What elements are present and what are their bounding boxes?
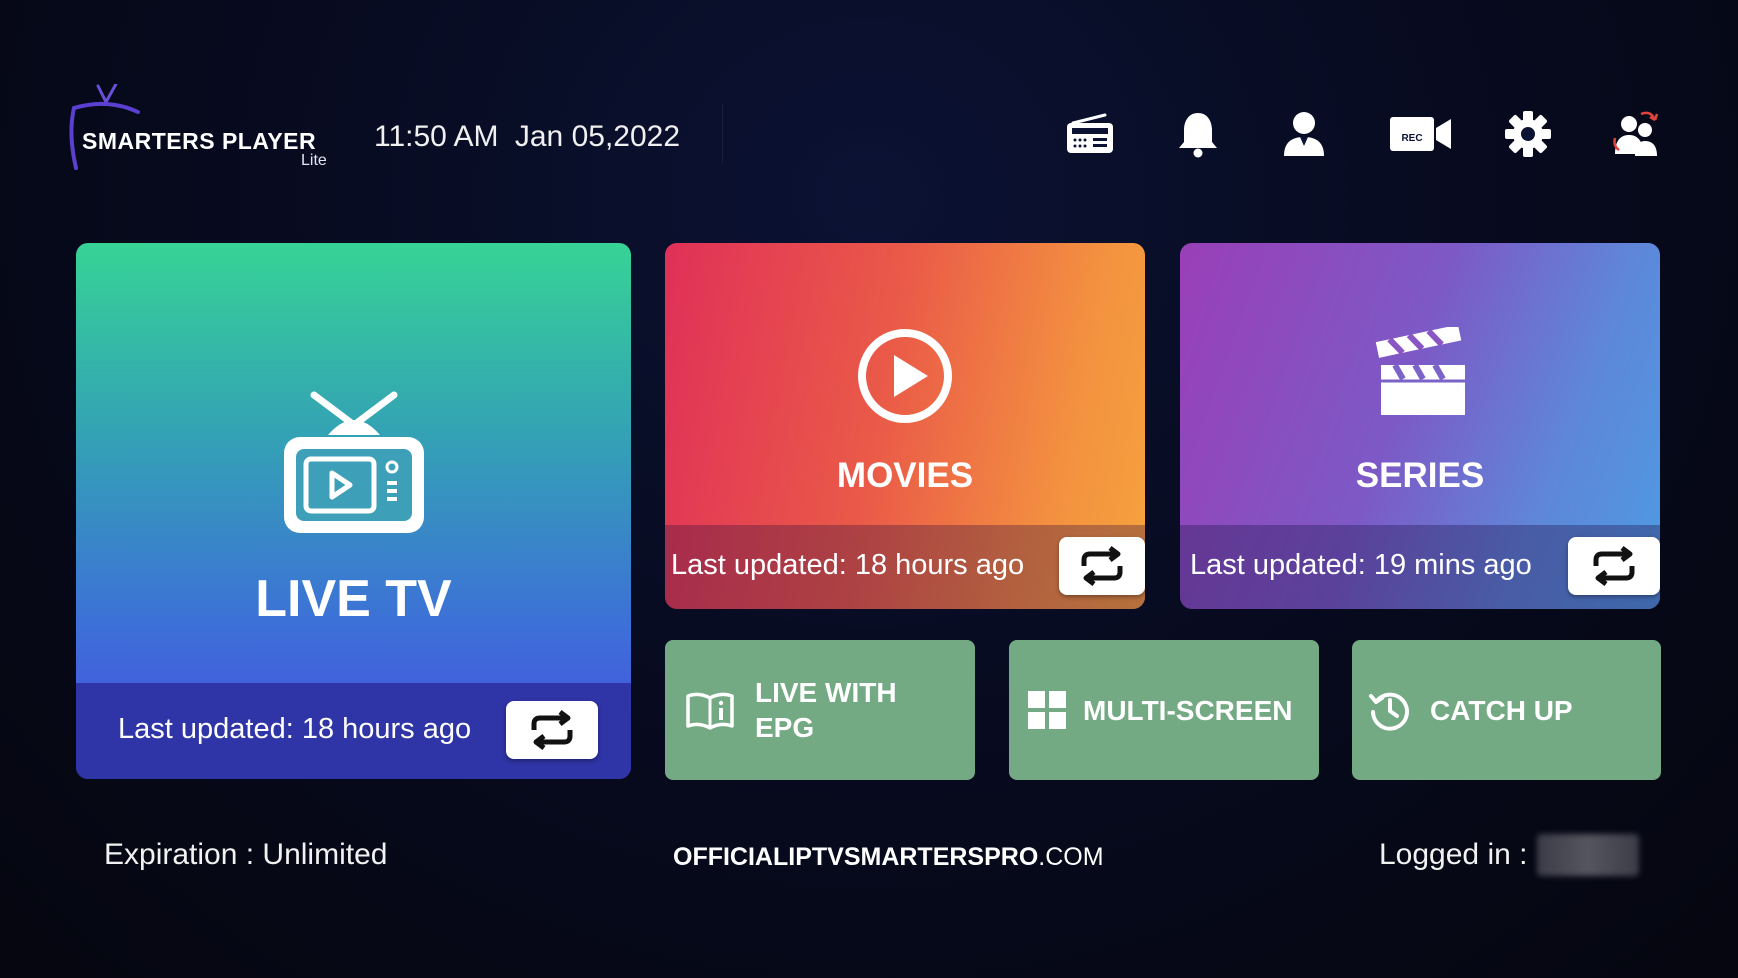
tv-icon [284, 391, 424, 533]
profile-button[interactable] [1276, 106, 1332, 162]
catch-up-label: CATCH UP [1430, 694, 1573, 726]
time-text: 11:50 AM [374, 120, 499, 153]
series-title: SERIES [1355, 456, 1485, 495]
multi-screen-button[interactable]: MULTI-SCREEN [1009, 640, 1319, 780]
header: SMARTERS PLAYER Lite 11:50 AM Jan 05,202… [0, 0, 1738, 200]
brand-name: SMARTERS PLAYER [82, 128, 317, 154]
rec-label: REC [1401, 133, 1422, 144]
movies-tile[interactable]: MOVIES Last updated: 18 hours ago [665, 243, 1145, 609]
series-tile[interactable]: SERIES Last updated: 19 mins ago [1180, 243, 1660, 609]
switch-user-button[interactable] [1608, 106, 1664, 162]
series-refresh-button[interactable] [1568, 537, 1660, 595]
bell-icon [1179, 113, 1217, 158]
play-circle-icon [858, 329, 952, 423]
radio-button[interactable] [1062, 106, 1118, 162]
website-domain: OFFICIALIPTVSMARTERSPRO [673, 843, 1039, 871]
recordings-button[interactable]: REC [1388, 106, 1454, 162]
logged-in-label: Logged in : [1379, 838, 1528, 871]
record-camera-icon: REC [1390, 117, 1451, 151]
movies-footer: Last updated: 18 hours ago [665, 525, 1145, 609]
refresh-icon [531, 710, 573, 750]
website-tld: .COM [1038, 843, 1104, 871]
clock: 11:50 AM Jan 05,2022 [374, 120, 680, 154]
history-clock-icon [1369, 692, 1409, 731]
gear-icon [1505, 111, 1551, 157]
movies-title: MOVIES [836, 456, 974, 495]
redacted-username [1537, 834, 1639, 876]
switch-user-icon [1613, 111, 1659, 156]
guide-book-icon [686, 692, 734, 730]
brand-sub: Lite [301, 152, 327, 169]
website-text: OFFICIALIPTVSMARTERSPRO.COM [673, 843, 1104, 872]
refresh-icon [1081, 546, 1123, 586]
movies-last-updated: Last updated: 18 hours ago [671, 549, 1025, 581]
notifications-button[interactable] [1170, 106, 1226, 162]
epg-label-line1: LIVE WITH [755, 677, 897, 708]
app-logo: SMARTERS PLAYER Lite [68, 84, 348, 174]
live-tv-title: LIVE TV [255, 570, 452, 628]
user-icon [1284, 112, 1324, 156]
radio-icon [1067, 113, 1113, 153]
header-divider [722, 104, 723, 164]
series-footer: Last updated: 19 mins ago [1180, 525, 1660, 609]
date-text: Jan 05,2022 [514, 120, 681, 153]
expiration-text: Expiration : Unlimited [104, 838, 388, 871]
grid-icon [1028, 691, 1066, 729]
live-tv-footer: Last updated: 18 hours ago [76, 683, 631, 779]
clapperboard-icon [1375, 327, 1465, 415]
refresh-icon [1593, 546, 1635, 586]
live-tv-last-updated: Last updated: 18 hours ago [118, 713, 472, 745]
epg-label-line2: EPG [755, 712, 815, 743]
live-tv-refresh-button[interactable] [506, 701, 598, 759]
series-last-updated: Last updated: 19 mins ago [1190, 549, 1532, 581]
catch-up-button[interactable]: CATCH UP [1352, 640, 1661, 780]
live-with-epg-button[interactable]: LIVE WITH EPG [665, 640, 975, 780]
live-tv-tile[interactable]: LIVE TV Last updated: 18 hours ago [76, 243, 631, 779]
multi-screen-label: MULTI-SCREEN [1083, 694, 1293, 726]
movies-refresh-button[interactable] [1059, 537, 1145, 595]
settings-button[interactable] [1500, 106, 1556, 162]
